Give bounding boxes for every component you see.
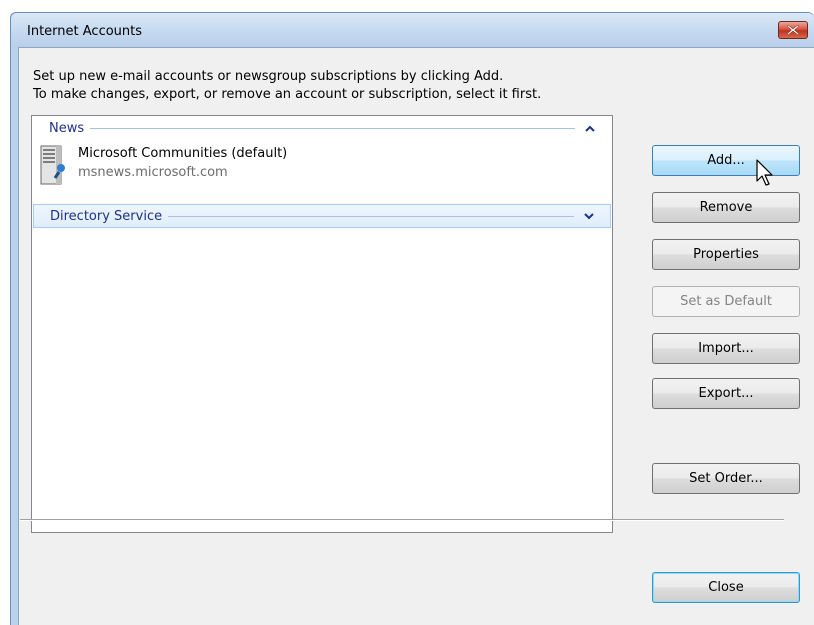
instructions-line-1: Set up new e-mail accounts or newsgroup … xyxy=(33,69,504,84)
set-order-button[interactable]: Set Order... xyxy=(652,463,800,494)
properties-button[interactable]: Properties xyxy=(652,239,800,270)
export-button[interactable]: Export... xyxy=(652,378,800,409)
title-bar[interactable]: Internet Accounts xyxy=(11,13,814,47)
instructions-line-2: To make changes, export, or remove an ac… xyxy=(33,87,542,102)
footer-separator xyxy=(20,519,784,521)
remove-button[interactable]: Remove xyxy=(652,192,800,223)
window-close-button[interactable] xyxy=(778,21,808,39)
group-label-directory-service: Directory Service xyxy=(50,208,163,224)
news-server-icon xyxy=(38,144,70,186)
close-button[interactable]: Close xyxy=(652,572,800,603)
instructions: Set up new e-mail accounts or newsgroup … xyxy=(33,68,541,104)
import-button[interactable]: Import... xyxy=(652,333,800,364)
account-server: msnews.microsoft.com xyxy=(78,165,228,180)
group-divider xyxy=(168,215,574,217)
close-icon xyxy=(787,25,799,35)
group-divider xyxy=(90,127,575,129)
set-as-default-button[interactable]: Set as Default xyxy=(652,286,800,317)
expand-chevron-down-icon[interactable] xyxy=(584,212,598,220)
account-name: Microsoft Communities (default) xyxy=(78,146,288,161)
group-header-news[interactable]: News xyxy=(33,116,611,140)
accounts-list[interactable]: News Microsoft Communities (default) msn… xyxy=(31,115,613,533)
group-header-directory-service[interactable]: Directory Service xyxy=(33,204,611,228)
group-label-news: News xyxy=(49,120,85,136)
collapse-chevron-up-icon[interactable] xyxy=(585,125,599,132)
account-item[interactable]: Microsoft Communities (default) msnews.m… xyxy=(36,140,356,192)
mouse-pointer-icon xyxy=(756,159,778,189)
window-title: Internet Accounts xyxy=(27,24,143,39)
